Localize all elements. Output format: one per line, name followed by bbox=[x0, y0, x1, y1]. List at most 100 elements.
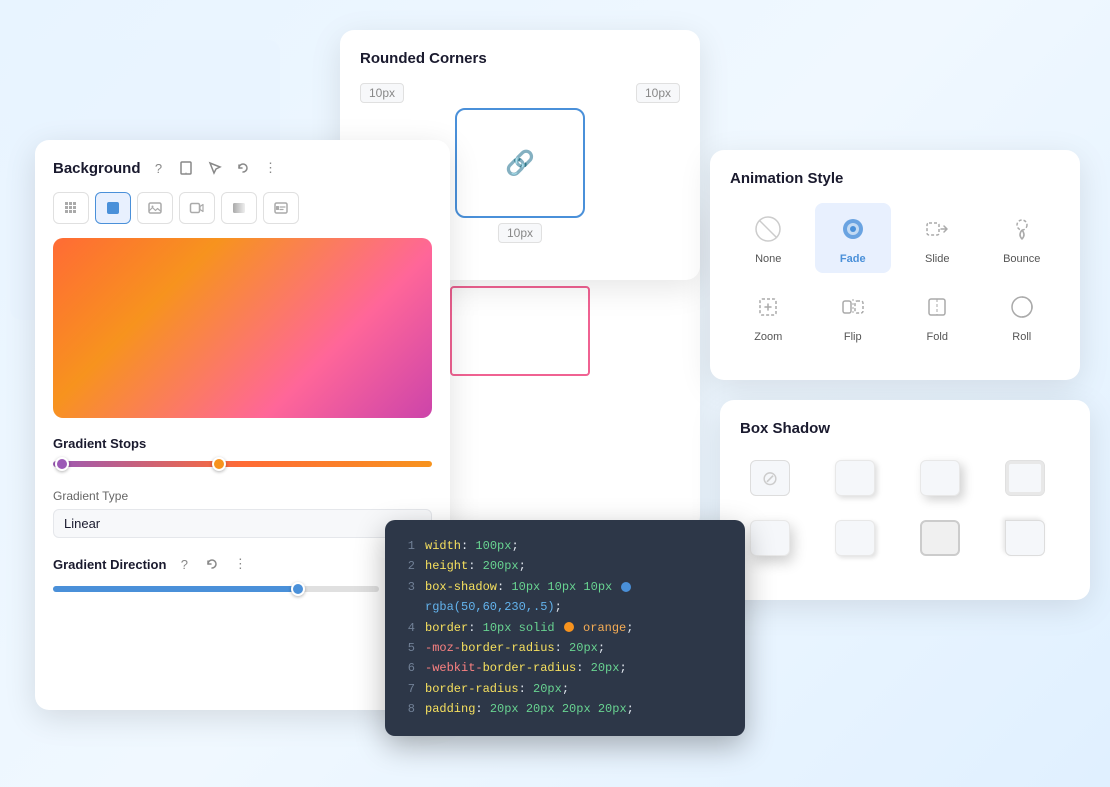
anim-fold-icon bbox=[919, 289, 955, 325]
corner-bottom[interactable]: 10px bbox=[498, 223, 542, 243]
gradient-type-value[interactable]: Linear bbox=[53, 509, 432, 538]
animation-card: Animation Style None Fade Slide Bounce bbox=[710, 150, 1080, 380]
line-num-7: 7 bbox=[403, 679, 415, 699]
image-icon[interactable] bbox=[137, 192, 173, 224]
line-num-5: 5 bbox=[403, 638, 415, 658]
anim-flip[interactable]: Flip bbox=[815, 281, 892, 351]
link-icon: 🔗 bbox=[505, 149, 535, 178]
shadow-4[interactable] bbox=[740, 513, 800, 563]
shadow-box-3 bbox=[1005, 460, 1045, 496]
more-options-icon[interactable] bbox=[263, 192, 299, 224]
shadow-none[interactable]: ⊘ bbox=[740, 453, 800, 503]
code-line-2: 2 height: 200px; bbox=[403, 556, 727, 576]
anim-flip-icon bbox=[835, 289, 871, 325]
direction-header: Gradient Direction ? ⋮ bbox=[53, 554, 432, 574]
toolbar-icons bbox=[53, 192, 432, 224]
gradient-type-group: Gradient Type Linear bbox=[53, 489, 432, 538]
anim-flip-label: Flip bbox=[844, 331, 862, 343]
shadow-box-6 bbox=[920, 520, 960, 556]
anim-fade[interactable]: Fade bbox=[815, 203, 892, 273]
code-text-8: padding: 20px 20px 20px 20px; bbox=[425, 699, 727, 719]
code-text-2: height: 200px; bbox=[425, 556, 727, 576]
anim-roll-label: Roll bbox=[1012, 331, 1031, 343]
gradient-direction-label: Gradient Direction bbox=[53, 557, 166, 572]
stop-dot-purple[interactable] bbox=[55, 457, 69, 471]
solid-color-icon[interactable] bbox=[95, 192, 131, 224]
line-num-1: 1 bbox=[403, 536, 415, 556]
gradient-preview bbox=[53, 238, 432, 418]
shadow-6[interactable] bbox=[910, 513, 970, 563]
pattern-icon[interactable] bbox=[53, 192, 89, 224]
corner-top-right[interactable]: 10px bbox=[636, 83, 680, 103]
code-line-8: 8 padding: 20px 20px 20px 20px; bbox=[403, 699, 727, 719]
shadow-box-5 bbox=[835, 520, 875, 556]
anim-bounce[interactable]: Bounce bbox=[984, 203, 1061, 273]
line-num-6: 6 bbox=[403, 658, 415, 678]
rounded-corners-title: Rounded Corners bbox=[360, 50, 680, 67]
anim-roll-icon bbox=[1004, 289, 1040, 325]
direction-more-icon[interactable]: ⋮ bbox=[230, 554, 250, 574]
shadow-2[interactable] bbox=[910, 453, 970, 503]
undo-icon[interactable] bbox=[233, 158, 253, 178]
animation-title: Animation Style bbox=[730, 170, 1060, 187]
shadow-box-4 bbox=[750, 520, 790, 556]
anim-slide-label: Slide bbox=[925, 253, 949, 265]
gradient-stops-bar[interactable] bbox=[53, 461, 432, 467]
code-text-3: box-shadow: 10px 10px 10px rgba(50,60,23… bbox=[425, 577, 727, 618]
more-icon[interactable]: ⋮ bbox=[261, 158, 281, 178]
direction-undo-icon[interactable] bbox=[202, 554, 222, 574]
stop-dot-orange[interactable] bbox=[212, 457, 226, 471]
rounded-preview-box: 🔗 bbox=[455, 108, 585, 218]
device-icon[interactable] bbox=[177, 158, 197, 178]
code-line-3: 3 box-shadow: 10px 10px 10px rgba(50,60,… bbox=[403, 577, 727, 618]
anim-fold[interactable]: Fold bbox=[899, 281, 976, 351]
help-icon[interactable]: ? bbox=[149, 158, 169, 178]
box-shadow-card: Box Shadow ⊘ bbox=[720, 400, 1090, 600]
rounded-box-container: 🔗 bbox=[455, 108, 585, 218]
video-icon[interactable] bbox=[179, 192, 215, 224]
corner-top-left[interactable]: 10px bbox=[360, 83, 404, 103]
code-line-7: 7 border-radius: 20px; bbox=[403, 679, 727, 699]
shadow-7[interactable] bbox=[995, 513, 1055, 563]
line-num-3: 3 bbox=[403, 577, 415, 618]
direction-slider[interactable] bbox=[53, 586, 379, 592]
code-line-5: 5 -moz-border-radius: 20px; bbox=[403, 638, 727, 658]
pink-preview-box bbox=[450, 286, 590, 376]
direction-help-icon[interactable]: ? bbox=[174, 554, 194, 574]
line-num-2: 2 bbox=[403, 556, 415, 576]
background-title: Background bbox=[53, 160, 141, 177]
anim-roll[interactable]: Roll bbox=[984, 281, 1061, 351]
anim-bounce-label: Bounce bbox=[1003, 253, 1040, 265]
direction-slider-thumb bbox=[291, 582, 305, 596]
cursor-icon[interactable] bbox=[205, 158, 225, 178]
card-header: Background ? ⋮ bbox=[53, 158, 432, 178]
code-tooltip: 1 width: 100px; 2 height: 200px; 3 box-s… bbox=[385, 520, 745, 736]
anim-none[interactable]: None bbox=[730, 203, 807, 273]
anim-bounce-icon bbox=[1004, 211, 1040, 247]
gradient-stops-label: Gradient Stops bbox=[53, 436, 432, 451]
code-text-4: border: 10px solid orange; bbox=[425, 618, 727, 638]
anim-zoom-label: Zoom bbox=[754, 331, 782, 343]
shadow-grid: ⊘ bbox=[740, 453, 1070, 563]
shadow-5[interactable] bbox=[825, 513, 885, 563]
code-line-1: 1 width: 100px; bbox=[403, 536, 727, 556]
code-line-6: 6 -webkit-border-radius: 20px; bbox=[403, 658, 727, 678]
direction-slider-fill bbox=[53, 586, 298, 592]
line-num-4: 4 bbox=[403, 618, 415, 638]
anim-fold-label: Fold bbox=[927, 331, 948, 343]
anim-zoom[interactable]: Zoom bbox=[730, 281, 807, 351]
code-text-6: -webkit-border-radius: 20px; bbox=[425, 658, 727, 678]
shadow-box-7 bbox=[1005, 520, 1045, 556]
anim-fade-icon bbox=[835, 211, 871, 247]
anim-slide[interactable]: Slide bbox=[899, 203, 976, 273]
shadow-box-2 bbox=[920, 460, 960, 496]
code-line-4: 4 border: 10px solid orange; bbox=[403, 618, 727, 638]
shadow-box-1 bbox=[835, 460, 875, 496]
shadow-3[interactable] bbox=[995, 453, 1055, 503]
code-text-1: width: 100px; bbox=[425, 536, 727, 556]
gradient-icon[interactable] bbox=[221, 192, 257, 224]
anim-zoom-icon bbox=[750, 289, 786, 325]
anim-none-label: None bbox=[755, 253, 781, 265]
shadow-1[interactable] bbox=[825, 453, 885, 503]
code-text-7: border-radius: 20px; bbox=[425, 679, 727, 699]
